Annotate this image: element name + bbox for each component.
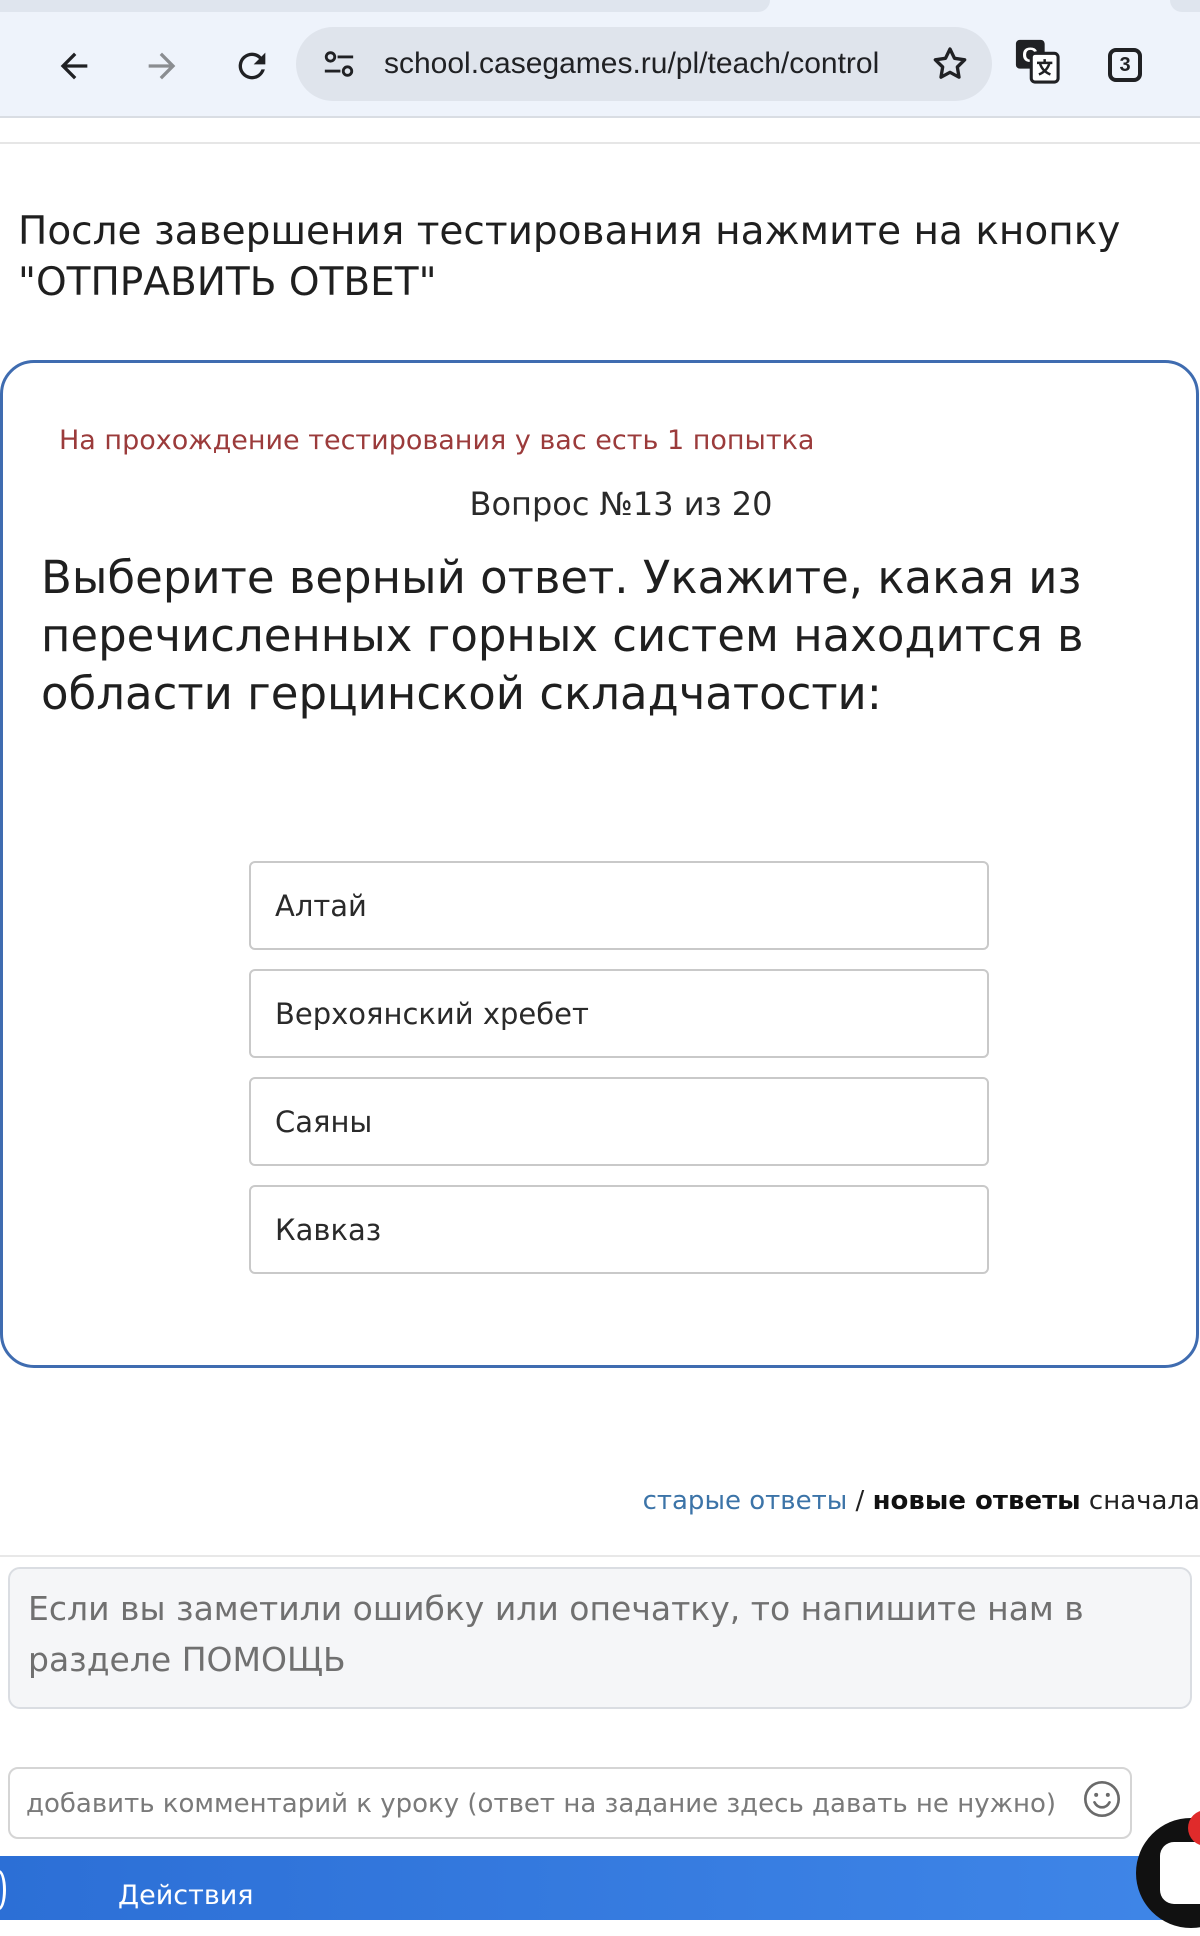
arrow-left-icon <box>60 52 88 80</box>
sort-suffix: сначала <box>1080 1486 1200 1516</box>
browser-toolbar: school.casegames.ru/pl/teach/control G 3 <box>0 0 1200 118</box>
error-report-notice: Если вы заметили ошибку или опечатку, то… <box>8 1567 1192 1709</box>
chat-icon <box>1160 1842 1200 1904</box>
test-card: На прохождение тестирования у вас есть 1… <box>0 360 1199 1368</box>
tab-count-button[interactable]: 3 <box>1108 48 1142 82</box>
tab-strip <box>0 0 770 12</box>
tune-icon[interactable] <box>322 47 356 81</box>
forward-button[interactable] <box>132 36 192 96</box>
question-text: Выберите верный ответ. Укажите, какая из… <box>41 551 1084 720</box>
notification-badge <box>1188 1810 1200 1846</box>
page-header-cut <box>0 118 1200 144</box>
back-button[interactable] <box>44 36 104 96</box>
translate-icon[interactable]: G <box>1014 38 1060 84</box>
actions-button[interactable]: Действия <box>118 1856 254 1936</box>
comment-input[interactable] <box>24 1769 1068 1839</box>
menu-icon[interactable] <box>0 1870 6 1910</box>
smile-icon[interactable] <box>1082 1779 1122 1819</box>
instructions-text: После завершения тестирования нажмите на… <box>18 209 1121 305</box>
answer-option[interactable]: Верхоянский хребет <box>249 969 989 1058</box>
divider <box>0 1555 1200 1557</box>
answer-option[interactable]: Кавказ <box>249 1185 989 1274</box>
comment-sort: старые ответы / новые ответы сначала <box>643 1486 1200 1516</box>
sort-old-link[interactable]: старые ответы <box>643 1486 848 1516</box>
sort-new-link[interactable]: новые ответы <box>873 1486 1081 1516</box>
url-text[interactable]: school.casegames.ru/pl/teach/control <box>384 27 904 101</box>
answer-option[interactable]: Саяны <box>249 1077 989 1166</box>
question-counter: Вопрос №13 из 20 <box>469 485 773 523</box>
bottom-action-bar: Действия <box>0 1856 1200 1920</box>
star-icon[interactable] <box>930 44 970 84</box>
answer-option[interactable]: Алтай <box>249 861 989 950</box>
answer-list: Алтай Верхоянский хребет Саяны Кавказ <box>249 861 989 1293</box>
address-bar[interactable]: school.casegames.ru/pl/teach/control <box>296 27 992 101</box>
sort-separator: / <box>847 1486 873 1516</box>
arrow-right-icon <box>148 52 176 80</box>
reload-button[interactable] <box>222 36 282 96</box>
comment-box <box>8 1767 1132 1839</box>
tab-strip-right <box>1170 0 1200 12</box>
reload-icon <box>238 52 266 80</box>
attempts-notice: На прохождение тестирования у вас есть 1… <box>59 425 815 456</box>
